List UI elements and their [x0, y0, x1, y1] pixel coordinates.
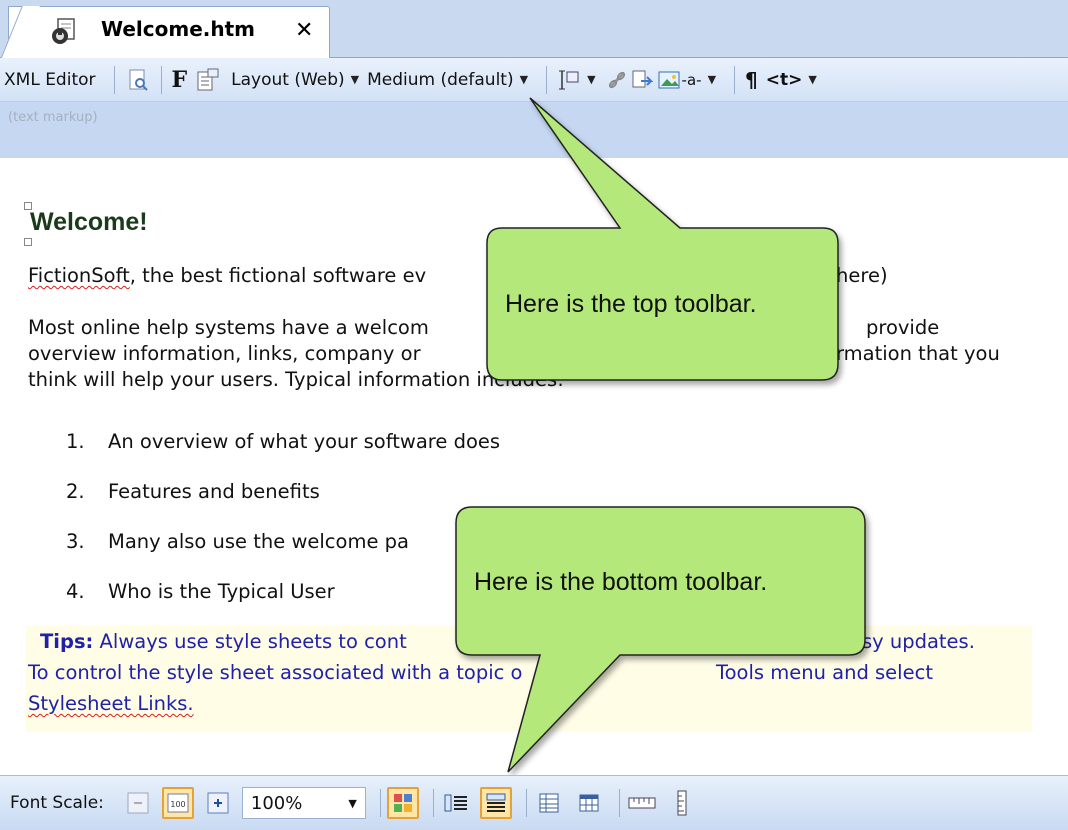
chevron-down-icon: ▼ — [707, 73, 717, 86]
markup-label: (text markup) — [8, 110, 98, 125]
toolbar-divider — [160, 65, 162, 94]
toolbar-divider — [379, 789, 381, 817]
toolbar-divider — [113, 65, 115, 94]
list-text: Many also use the welcome pa — [108, 530, 409, 553]
list-text: Who is the Typical User — [108, 580, 335, 603]
editor-content[interactable]: Welcome! FictionSoft, the best fictional… — [0, 158, 1068, 775]
tab-welcome[interactable]: Welcome.htm ✕ — [0, 6, 330, 60]
overview-line-2-end: rmation that you — [836, 342, 1000, 365]
intro-text: , the best fictional software ev — [129, 264, 427, 287]
list-item: 3. Many also use the welcome pa — [66, 530, 409, 553]
toolbar-divider — [546, 65, 548, 94]
tips-line-2-end: Tools menu and select — [716, 661, 933, 684]
calendar-grid-icon[interactable] — [573, 787, 605, 819]
show-tags-label: <t> — [765, 69, 803, 90]
intro-text-end: here) — [836, 264, 888, 287]
toolbar-divider — [432, 789, 434, 817]
zoom-out-button[interactable] — [122, 787, 154, 819]
tips-line-2: To control the style sheet associated wi… — [28, 661, 523, 684]
chevron-down-icon: ▼ — [350, 73, 360, 86]
stacked-view-icon[interactable] — [479, 787, 512, 819]
list-number: 4. — [66, 580, 85, 603]
zoom-in-button[interactable] — [202, 787, 234, 819]
chevron-down-icon: ▼ — [587, 73, 596, 86]
top-toolbar: XML Editor F Layout (Web) ▼ Medium (defa… — [0, 58, 1068, 102]
medium-dropdown[interactable]: Medium (default) ▼ — [367, 70, 528, 90]
medium-dropdown-label: Medium (default) — [367, 69, 514, 90]
overview-line-2: overview information, links, company or — [28, 342, 421, 365]
spelling-error-word: FictionSoft — [28, 264, 130, 287]
text-style-dropdown[interactable]: -a- ▼ — [682, 71, 717, 89]
side-by-side-view-icon[interactable] — [440, 787, 472, 819]
toolbar-divider — [525, 789, 527, 817]
bottom-toolbar: Font Scale: 100 100% ▼ — [0, 775, 1068, 830]
paragraph-overview: Most online help systems have a welcom pr… — [28, 315, 1000, 393]
tab-slant-edge — [0, 6, 40, 60]
zoom-value: 100% — [250, 792, 303, 814]
link-icon[interactable] — [604, 67, 630, 93]
zoom-100-text: 100 — [170, 800, 185, 809]
list-number: 3. — [66, 530, 85, 553]
insert-text-dropdown[interactable]: ▼ — [557, 68, 596, 92]
close-tab-icon[interactable]: ✕ — [295, 20, 313, 42]
list-item: 2. Features and benefits — [66, 480, 320, 503]
document-tab-strip: Welcome.htm ✕ — [0, 0, 1068, 60]
overview-line-3: think will help your users. Typical info… — [28, 368, 564, 391]
chevron-down-icon: ▼ — [348, 796, 357, 810]
tips-text: Tips: Always use style sheets to cont asy… — [28, 626, 1028, 719]
color-theme-button[interactable] — [386, 787, 419, 819]
page-heading: Welcome! — [30, 208, 148, 236]
overview-line-1: Most online help systems have a welcom — [28, 316, 429, 339]
toolbar-divider — [618, 789, 620, 817]
bottom-callout-text: Here is the bottom toolbar. — [474, 568, 768, 596]
selection-handle[interactable] — [24, 238, 32, 246]
layout-dropdown-label: Layout (Web) — [231, 69, 345, 90]
tips-line-1: Always use style sheets to cont — [93, 630, 407, 653]
list-number: 1. — [66, 430, 85, 453]
xml-editor-button[interactable]: XML Editor — [4, 70, 96, 90]
text-cursor-icon — [559, 70, 579, 89]
zoom-select[interactable]: 100% ▼ — [241, 787, 366, 819]
tab-title: Welcome.htm — [101, 17, 256, 41]
html-document-icon — [52, 18, 75, 44]
text-style-label: -a- — [681, 70, 702, 89]
list-item: 4. Who is the Typical User — [66, 580, 335, 603]
tips-label: Tips: — [40, 630, 94, 653]
paragraph-intro: FictionSoft, the best fictional software… — [28, 263, 888, 289]
vertical-ruler-icon[interactable] — [666, 787, 698, 819]
zoom-100-button[interactable]: 100 — [161, 787, 194, 819]
chevron-down-icon: ▼ — [808, 73, 817, 86]
markup-bar: (text markup) — [0, 102, 1068, 158]
preview-document-icon[interactable] — [125, 67, 151, 93]
show-tags-dropdown[interactable]: <t> ▼ — [766, 70, 817, 90]
insert-image-icon[interactable] — [656, 67, 682, 93]
chevron-down-icon: ▼ — [519, 73, 529, 86]
insert-snippet-icon[interactable] — [630, 67, 656, 93]
format-font-button[interactable]: F — [172, 67, 188, 93]
tips-box: Tips: Always use style sheets to cont asy… — [26, 626, 1032, 732]
table-rows-icon[interactable] — [533, 787, 565, 819]
layout-dropdown[interactable]: Layout (Web) ▼ — [231, 70, 359, 90]
toolbar-divider — [734, 65, 736, 94]
top-callout-text: Here is the top toolbar. — [505, 290, 757, 318]
list-item: 1. An overview of what your software does — [66, 430, 500, 453]
list-number: 2. — [66, 480, 85, 503]
font-scale-label: Font Scale: — [10, 793, 104, 813]
list-text: Features and benefits — [108, 480, 320, 503]
overview-line-1-end: provide — [866, 316, 940, 339]
list-text: An overview of what your software does — [108, 430, 501, 453]
style-properties-icon[interactable] — [195, 67, 221, 93]
show-markers-button[interactable]: ¶ — [745, 68, 758, 92]
tips-line-3: Stylesheet Links. — [28, 692, 194, 715]
tips-line-1-end: asy updates. — [850, 630, 975, 653]
horizontal-ruler-icon[interactable] — [626, 787, 658, 819]
